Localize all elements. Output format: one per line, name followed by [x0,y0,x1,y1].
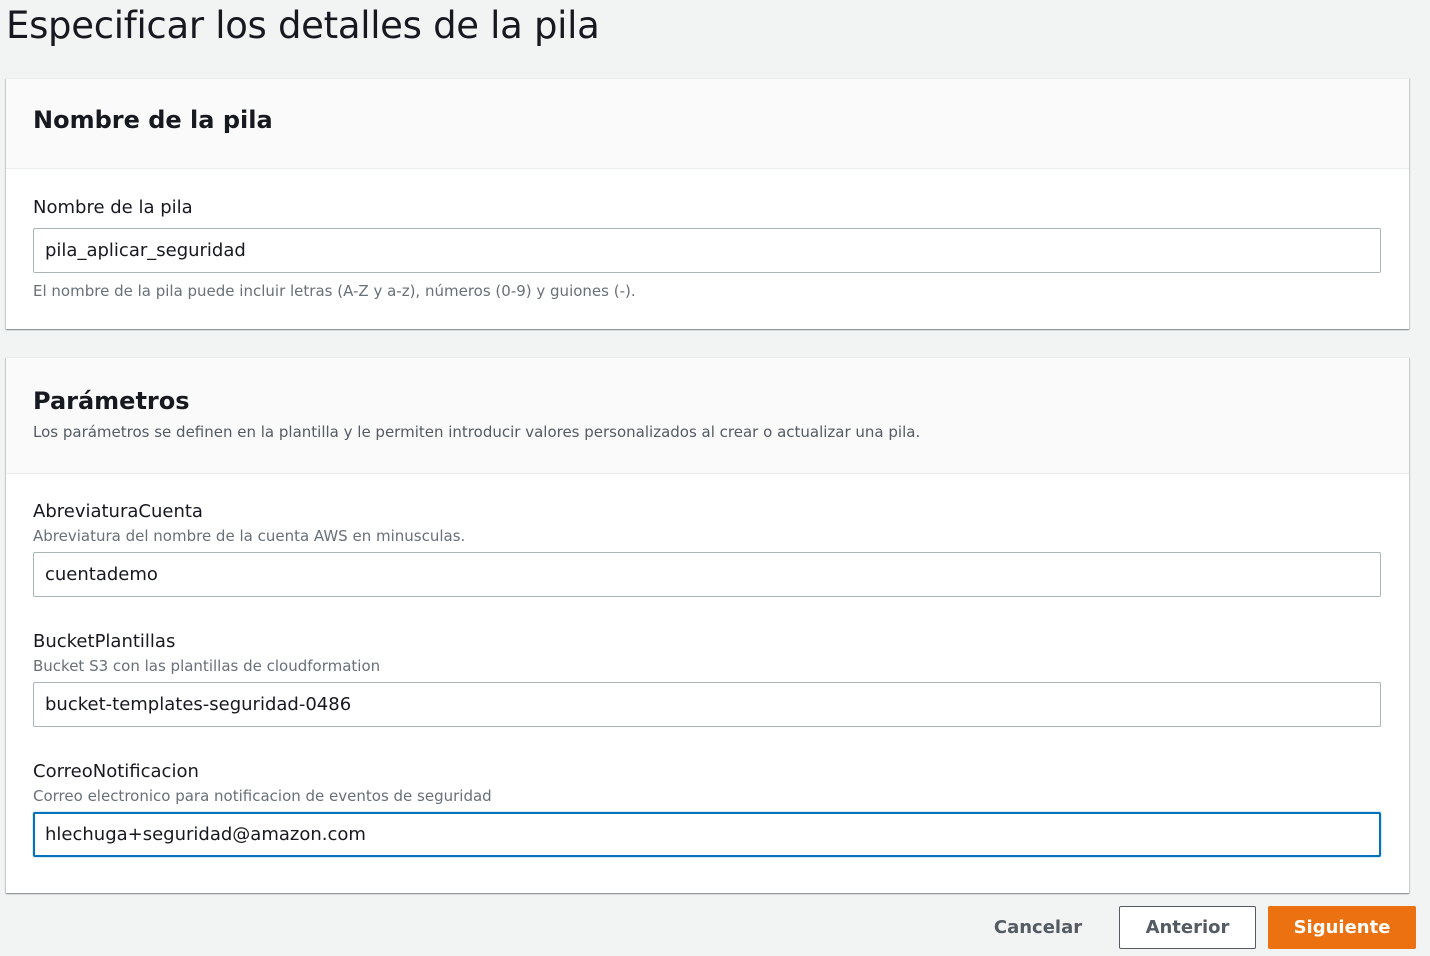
stack-name-panel-header: Nombre de la pila [6,79,1409,169]
bucket-plantillas-description: Bucket S3 con las plantillas de cloudfor… [33,657,381,675]
parameter-field-bucket-plantillas: BucketPlantillas Bucket S3 con las plant… [33,630,1381,727]
next-button[interactable]: Siguiente [1268,906,1416,949]
correo-notificacion-input[interactable] [33,812,1381,857]
parameter-field-correo-notificacion: CorreoNotificacion Correo electronico pa… [33,760,1381,857]
stack-name-input[interactable] [33,228,1381,273]
stack-name-panel-body: Nombre de la pila El nombre de la pila p… [6,169,1409,301]
stack-name-heading: Nombre de la pila [33,106,273,134]
correo-notificacion-label: CorreoNotificacion [33,761,199,782]
previous-button[interactable]: Anterior [1119,906,1256,949]
cancel-button[interactable]: Cancelar [980,906,1096,949]
abreviatura-cuenta-label: AbreviaturaCuenta [33,501,203,522]
stack-name-hint: El nombre de la pila puede incluir letra… [33,282,636,300]
parameters-panel-body: AbreviaturaCuenta Abreviatura del nombre… [6,474,1409,857]
parameter-field-abreviatura-cuenta: AbreviaturaCuenta Abreviatura del nombre… [33,500,1381,597]
stack-name-label: Nombre de la pila [33,197,193,218]
parameters-panel: Parámetros Los parámetros se definen en … [6,357,1409,893]
bucket-plantillas-label: BucketPlantillas [33,631,176,652]
abreviatura-cuenta-description: Abreviatura del nombre de la cuenta AWS … [33,527,466,545]
bucket-plantillas-input[interactable] [33,682,1381,727]
correo-notificacion-description: Correo electronico para notificacion de … [33,787,492,805]
abreviatura-cuenta-input[interactable] [33,552,1381,597]
parameters-panel-header: Parámetros Los parámetros se definen en … [6,358,1409,474]
parameters-description: Los parámetros se definen en la plantill… [33,423,921,441]
page-title: Especificar los detalles de la pila [6,4,600,47]
stack-name-panel: Nombre de la pila Nombre de la pila El n… [6,78,1409,329]
parameters-heading: Parámetros [33,387,190,415]
